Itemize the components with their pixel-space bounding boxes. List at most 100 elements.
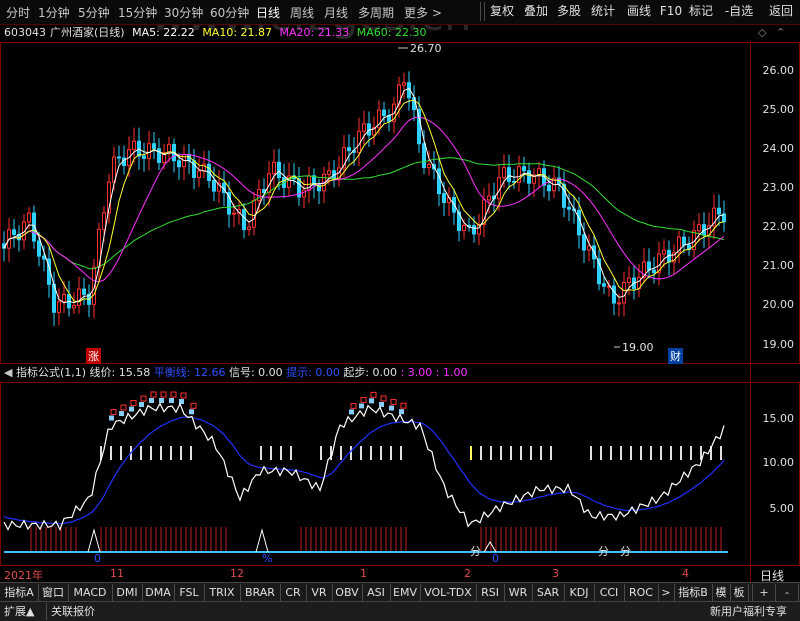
price-tick: 19.00: [762, 338, 795, 351]
tab-macd[interactable]: MACD: [68, 584, 113, 601]
hint-bar: [170, 446, 172, 460]
tab-30min[interactable]: 30分钟: [164, 4, 203, 21]
hint-bar: [590, 446, 592, 460]
tab-asi[interactable]: ASI: [362, 584, 391, 601]
tab-fenshi[interactable]: 分时: [6, 4, 30, 21]
limit-up-marker[interactable]: 涨: [86, 348, 101, 364]
date-label: 11: [110, 567, 124, 580]
tab-rsi[interactable]: RSI: [476, 584, 505, 601]
draw-line-button-main[interactable]: 画线: [620, 2, 657, 21]
extra-values: : 3.00 : 1.00: [400, 366, 468, 379]
candle-body: [647, 261, 651, 271]
tab-window[interactable]: 窗口: [38, 584, 69, 601]
signal-marker: [150, 391, 157, 398]
candle-body: [62, 294, 66, 303]
collapse-icon[interactable]: ◀: [4, 366, 12, 379]
indicator-title[interactable]: 指标公式(1,1): [16, 366, 86, 379]
related-quotes-button[interactable]: 关联报价: [46, 603, 95, 620]
tab-multi-period[interactable]: 多周期: [358, 4, 394, 21]
tab-wr[interactable]: WR: [504, 584, 533, 601]
stock-name: 广州酒家: [50, 26, 94, 39]
tab-obv[interactable]: OBV: [332, 584, 363, 601]
candle-body: [522, 166, 526, 172]
tab-5min[interactable]: 5分钟: [78, 4, 110, 21]
financial-report-marker[interactable]: 财: [668, 348, 683, 364]
hint-bar: [670, 446, 672, 460]
multi-stock-button-main[interactable]: 多股: [552, 2, 585, 21]
hint-bar: [160, 446, 162, 460]
tab-dmi[interactable]: DMI: [112, 584, 143, 601]
tab-vr[interactable]: VR: [306, 584, 333, 601]
tab-dma[interactable]: DMA: [142, 584, 175, 601]
tab-weekly[interactable]: 周线: [290, 4, 314, 21]
hint-bar: [320, 446, 322, 460]
tab-roc[interactable]: ROC: [624, 584, 659, 601]
hint-bar: [470, 446, 472, 460]
tab-indicator-a[interactable]: 指标A: [0, 584, 39, 601]
overlay-button-main[interactable]: 叠加: [518, 2, 553, 21]
candle-body: [437, 168, 441, 195]
tab-15min[interactable]: 15分钟: [118, 4, 157, 21]
tab-brar[interactable]: BRAR: [240, 584, 281, 601]
tab-indicator-b[interactable]: 指标B: [674, 584, 713, 601]
tab-trix[interactable]: TRIX: [204, 584, 241, 601]
price-tick: 22.00: [762, 220, 795, 233]
tab-kdj[interactable]: KDJ: [564, 584, 595, 601]
hint-bar: [120, 446, 122, 460]
chevron-up-icon[interactable]: ⌃: [776, 26, 785, 39]
hint-bar: [660, 446, 662, 460]
candle-body: [327, 170, 331, 175]
tab-template-2[interactable]: 板: [730, 584, 749, 601]
tab-sar[interactable]: SAR: [532, 584, 565, 601]
tab-cr[interactable]: CR: [280, 584, 307, 601]
candle-body: [587, 245, 591, 251]
price-tick: 26.00: [762, 64, 795, 77]
restore-rights-button-main[interactable]: 复权: [484, 2, 519, 21]
zoom-out-button[interactable]: -: [776, 584, 799, 601]
hint-bar: [480, 446, 482, 460]
hint-bar: [190, 446, 192, 460]
tab-60min[interactable]: 60分钟: [210, 4, 249, 21]
indicator-chart[interactable]: [0, 382, 750, 566]
indicator-tick: 5.00: [769, 502, 795, 515]
candlestick-chart[interactable]: [0, 42, 750, 364]
step-marker: [359, 403, 364, 409]
low-price-label: 19.00: [622, 341, 654, 354]
hint-bar: [290, 446, 292, 460]
tab-more[interactable]: 更多 >: [404, 4, 442, 21]
hint-bar: [110, 446, 112, 460]
f10-button-main[interactable]: F10: [656, 2, 685, 21]
expand-button[interactable]: 扩展▲: [4, 603, 34, 620]
tab-emv[interactable]: EMV: [390, 584, 421, 601]
tab-vol-tdx[interactable]: VOL-TDX: [420, 584, 477, 601]
back-button[interactable]: 返回: [760, 2, 800, 21]
tab-fsl[interactable]: FSL: [174, 584, 205, 601]
watchlist-button-main[interactable]: -自选: [716, 2, 761, 21]
tab-1min[interactable]: 1分钟: [38, 4, 70, 21]
price-tick: 20.00: [762, 298, 795, 311]
diamond-icon[interactable]: ◇: [758, 26, 766, 39]
tab-template-1[interactable]: 模: [712, 584, 731, 601]
candle-body: [622, 281, 626, 304]
signal-marker: [370, 391, 377, 398]
zoom-in-button[interactable]: +: [752, 584, 776, 601]
date-label: 3: [552, 567, 559, 580]
candle-body: [247, 226, 251, 231]
candle-body: [212, 179, 216, 192]
tab-cci[interactable]: CCI: [594, 584, 625, 601]
tab-daily[interactable]: 日线: [256, 4, 280, 21]
new-user-promo[interactable]: 新用户福利专享: [710, 603, 787, 620]
tab-more-arrow[interactable]: >: [658, 584, 675, 601]
mark-button-main[interactable]: 标记: [684, 2, 717, 21]
signal-marker: [120, 404, 127, 411]
hint-bar: [260, 446, 262, 460]
step-marker: [139, 402, 144, 408]
candle-body: [302, 189, 306, 198]
candle-body: [147, 143, 151, 159]
candle-body: [472, 225, 476, 235]
candle-body: [717, 207, 721, 215]
chart-period: (日线): [94, 26, 125, 39]
hint-bar: [650, 446, 652, 460]
tab-monthly[interactable]: 月线: [324, 4, 348, 21]
statistics-button-main[interactable]: 统计: [584, 2, 621, 21]
